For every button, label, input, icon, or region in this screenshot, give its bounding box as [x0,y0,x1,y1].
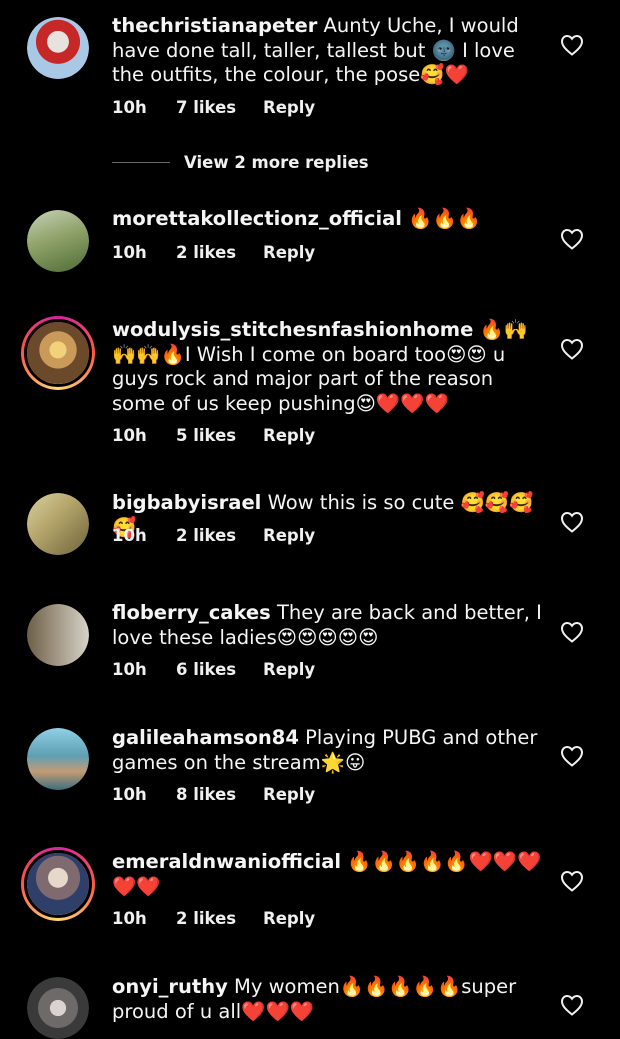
timestamp: 10h [112,242,147,262]
comment-meta: 10h 2 likes Reply [112,241,315,263]
likes-count[interactable]: 2 likes [176,243,263,262]
likes-count[interactable]: 2 likes [176,909,263,928]
username[interactable]: floberry_cakes [112,601,271,624]
reply-button[interactable]: Reply [263,426,315,445]
heart-outline-icon[interactable] [560,745,584,767]
username[interactable]: emeraldnwaniofficial [112,850,341,873]
timestamp: 10h [112,525,147,545]
username[interactable]: morettakollectionz_official [112,207,402,230]
likes-count[interactable]: 2 likes [176,526,263,545]
comment-meta: 10h 5 likes Reply [112,424,315,446]
timestamp: 10h [112,908,147,928]
timestamp: 10h [112,425,147,445]
heart-outline-icon[interactable] [560,994,584,1016]
timestamp: 10h [112,659,147,679]
comment-body: morettakollectionz_official 🔥🔥🔥 [112,207,552,232]
avatar[interactable] [21,316,95,390]
avatar[interactable] [27,977,89,1039]
view-more-replies-label[interactable]: View 2 more replies [184,153,369,172]
heart-outline-icon[interactable] [560,621,584,643]
username[interactable]: wodulysis_stitchesnfashionhome [112,318,473,341]
comment-meta: 10h 6 likes Reply [112,658,315,680]
likes-count[interactable]: 8 likes [176,785,263,804]
view-more-replies[interactable]: View 2 more replies [112,152,369,172]
comment-body: thechristianapeter Aunty Uche, I would h… [112,14,552,88]
comment-body: galileahamson84 Playing PUBG and other g… [112,726,552,775]
avatar[interactable] [27,210,89,272]
comment-body: wodulysis_stitchesnfashionhome 🔥🙌🙌🙌🔥I Wi… [112,318,552,416]
comment-meta: 10h 2 likes Reply [112,907,315,929]
heart-outline-icon[interactable] [560,338,584,360]
username[interactable]: galileahamson84 [112,726,299,749]
comment-text: 🔥🔥🔥 [408,207,482,230]
comment-meta: 10h 7 likes Reply [112,96,315,118]
avatar[interactable] [27,493,89,555]
comment-meta: 10h 2 likes Reply [112,524,315,546]
username[interactable]: onyi_ruthy [112,975,228,998]
timestamp: 10h [112,784,147,804]
comment-body: floberry_cakes They are back and better,… [112,601,552,650]
reply-button[interactable]: Reply [263,909,315,928]
comment-meta: 10h 8 likes Reply [112,783,315,805]
likes-count[interactable]: 5 likes [176,426,263,445]
avatar[interactable] [27,17,89,79]
heart-outline-icon[interactable] [560,870,584,892]
username[interactable]: bigbabyisrael [112,491,261,514]
reply-button[interactable]: Reply [263,526,315,545]
comment-body: emeraldnwaniofficial 🔥🔥🔥🔥🔥❤️❤️❤️❤️❤️ [112,850,552,899]
likes-count[interactable]: 6 likes [176,660,263,679]
heart-outline-icon[interactable] [560,511,584,533]
heart-outline-icon[interactable] [560,228,584,250]
avatar[interactable] [27,604,89,666]
reply-button[interactable]: Reply [263,243,315,262]
reply-button[interactable]: Reply [263,785,315,804]
reply-button[interactable]: Reply [263,660,315,679]
timestamp: 10h [112,97,147,117]
heart-outline-icon[interactable] [560,34,584,56]
reply-button[interactable]: Reply [263,98,315,117]
avatar[interactable] [27,728,89,790]
avatar[interactable] [21,847,95,921]
divider [112,161,170,163]
username[interactable]: thechristianapeter [112,14,317,37]
likes-count[interactable]: 7 likes [176,98,263,117]
